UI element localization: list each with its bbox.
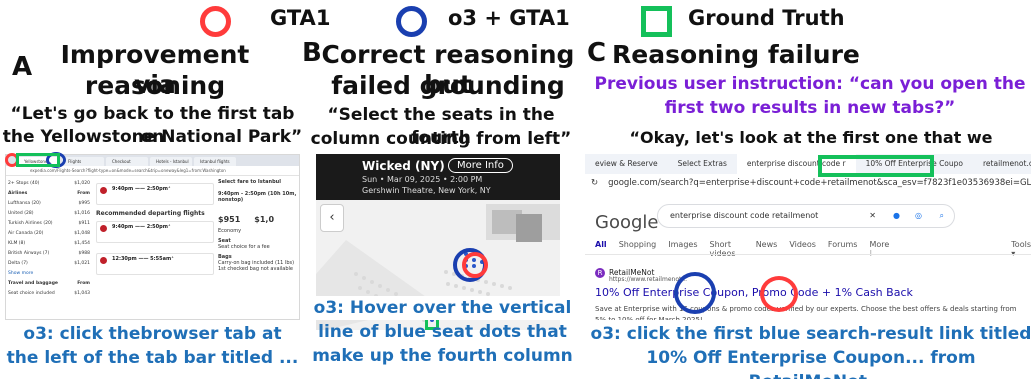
browser-tab[interactable]: Checkout [106,157,148,166]
fare-panel-header: Select fare to Istanbul [218,179,281,185]
divider [585,254,1031,255]
panel-c-previous-instruction-line1: Previous user instruction: “can you open… [594,74,1026,94]
search-filters: All Shopping Images Short videos News Vi… [595,240,1031,258]
filter-all[interactable]: All [595,240,607,258]
panel-a-o3-caption-line2: the left of the tab bar titled ... [6,348,299,368]
panel-b-title-line2: failed grounding [331,71,565,100]
result-title-link[interactable]: 10% Off Enterprise Coupon, Promo Code + … [595,286,913,299]
filter-row[interactable]: KLM (8) $1,454 [8,239,90,249]
fare-row: Seat choice for a fee [218,244,270,250]
gta1-prediction-marker-icon [760,276,798,312]
mic-icon[interactable]: ● [893,205,900,227]
ground-truth-marker-icon [16,153,60,167]
filter-more[interactable]: More ⁝ [869,240,889,258]
panel-a-letter: A [12,52,33,82]
google-logo[interactable]: Google [595,212,658,233]
filter-row: Travel and baggage From [8,281,90,286]
gta1-legend-label: GTA1 [270,6,331,30]
ground-truth-marker-icon [818,155,934,177]
retailmenot-favicon-icon: R [595,268,605,278]
filter-row: Airlines From [8,191,90,196]
airline-logo-icon [100,187,107,194]
address-bar[interactable]: expedia.com/Flights-Search?flight-type=o… [6,166,299,176]
filter-row[interactable]: Turkish Airlines (20) $911 [8,219,90,229]
gta1-legend-marker-icon [200,6,231,37]
flight-card[interactable]: 9:40pm —— 2:50pm⁺ [96,221,214,243]
ground-truth-legend-marker-icon [641,6,672,37]
filter-shopping[interactable]: Shopping [619,240,657,258]
panel-c-o3-caption-line2: 10% Off Enterprise Coupon... from Retail… [646,348,976,379]
o3-gta1-legend-label: o3 + GTA1 [448,6,570,30]
tools-button[interactable]: Tools ▾ [1011,240,1031,258]
fare-panel: Select fare to Istanbul 9:40pm - 2:50pm … [218,179,298,272]
browser-tab[interactable]: retailmenot.c [973,154,1031,174]
show-more-link[interactable]: Show more [8,269,90,279]
panel-c-letter: C [587,38,607,68]
reload-icon[interactable]: ↻ [591,178,598,188]
result-snippet: Save at Enterprise with 16 coupons & pro… [595,305,1017,320]
filter-news[interactable]: News [756,240,778,258]
o3-gta1-legend-marker-icon [396,6,427,37]
browser-tab-bar: eview & Reserve Select Extras enterprise… [585,154,1031,174]
fare-row: 1st checked bag not available [218,266,293,272]
panel-a-screenshot: Yellowstone... Flights Checkout Hotels -… [5,154,300,320]
url-text: google.com/search?q=enterprise+discount+… [608,178,1031,188]
clear-icon[interactable]: ✕ [869,205,876,227]
panel-a-title-line2: reasoning [84,71,226,100]
panel-c-title: Reasoning failure [612,40,860,69]
fare-price[interactable]: $1,0 [254,215,274,224]
panel-a-instruction-line2: the Yellowstone National Park” [2,127,303,147]
filter-row[interactable]: 2+ Stops (40) $1,020 [8,179,90,189]
filter-images[interactable]: Images [668,240,697,258]
filter-row[interactable]: Lufthansa (20) $995 [8,199,90,209]
gta1-prediction-marker-icon [462,252,488,278]
browser-tab[interactable]: Select Extras [668,154,737,174]
panel-b-o3-caption-line1: o3: Hover over the vertical [300,296,585,320]
panel-a-o3-caption-line1: o3: click thebrowser tab at [23,324,282,344]
panel-b-instruction-line2: column counting from left” [310,129,572,149]
browser-tab[interactable]: Istanbul flights [194,157,236,166]
filter-row[interactable]: United (28) $1,016 [8,209,90,219]
fare-time: 9:40pm - 2:50pm (10h 10m, nonstop) [218,191,297,203]
browser-tab[interactable]: Flights [62,157,104,166]
search-input[interactable]: enterprise discount code retailmenot ✕ ●… [657,204,955,228]
search-query: enterprise discount code retailmenot [670,211,819,220]
panel-c-screenshot: eview & Reserve Select Extras enterprise… [585,154,1031,320]
filter-row[interactable]: Delta (7) $1,021 [8,259,90,269]
fare-price[interactable]: $951 [218,215,240,224]
section-title: Recommended departing flights [96,210,205,217]
flight-card[interactable]: 9:40pm —— 2:50pm⁺ [96,183,214,205]
filter-sidebar: 2+ Stops (40) $1,020 Airlines From Lufthan… [8,179,90,299]
airline-logo-icon [100,225,107,232]
result-url: https://www.retailmenot... [609,276,688,283]
fare-row: Economy [218,228,242,234]
panel-c-previous-instruction-line2: first two results in new tabs?” [664,98,956,118]
ground-truth-legend-label: Ground Truth [688,6,845,30]
search-icon[interactable]: ⌕ [940,205,944,227]
browser-tab[interactable]: Hotels - Istanbul [150,157,192,166]
flight-results: 9:40pm —— 2:50pm⁺ Recommended departing … [96,179,214,275]
address-bar[interactable]: ↻ google.com/search?q=enterprise+discoun… [585,174,1031,192]
filter-videos[interactable]: Videos [789,240,816,258]
filter-row[interactable]: Air Canada (20) $1,048 [8,229,90,239]
filter-short-videos[interactable]: Short videos [710,240,744,258]
panel-b-o3-caption-line3: make up the fourth column [312,346,573,366]
o3-gta1-prediction-marker-icon [674,272,716,314]
airline-logo-icon [100,257,107,264]
flight-card[interactable]: 12:30pm —— 5:55am⁺ [96,253,214,275]
panel-c-o3-caption-line1: o3: click the first blue search-result l… [588,322,1034,346]
browser-tab[interactable]: eview & Reserve [585,154,668,174]
lens-icon[interactable]: ◎ [915,205,922,227]
panel-b-o3-caption-line2: line of blue seat dots that [318,322,567,342]
filter-row[interactable]: Seat choice included $1,043 [8,289,90,299]
filter-forums[interactable]: Forums [828,240,858,258]
filter-row[interactable]: British Airways (7) $988 [8,249,90,259]
